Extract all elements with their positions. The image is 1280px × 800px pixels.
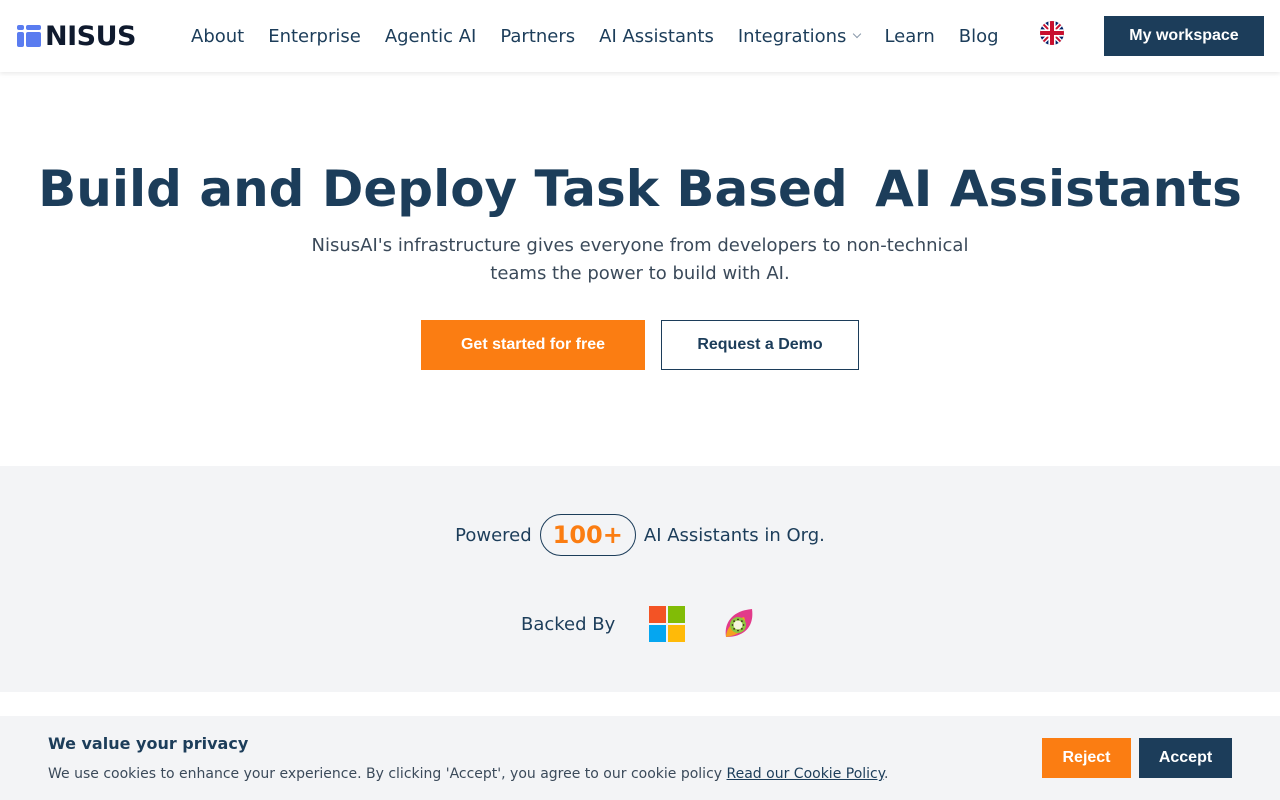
- cookie-title: We value your privacy: [48, 734, 249, 753]
- nav-integrations[interactable]: Integrations: [737, 25, 862, 47]
- microsoft-logo-icon: [649, 606, 685, 642]
- get-started-button[interactable]: Get started for free: [421, 320, 645, 370]
- kiwi-logo-icon: [722, 607, 756, 641]
- hero-title-main: Build and Deploy Task Based: [38, 160, 848, 218]
- cookie-policy-link[interactable]: Read our Cookie Policy: [727, 766, 885, 782]
- hero-subtitle: NisusAI's infrastructure gives everyone …: [311, 235, 969, 284]
- hero-title-highlight: AI Assistants: [873, 160, 1244, 223]
- nav-partners[interactable]: Partners: [500, 26, 575, 47]
- nav-integrations-label: Integrations: [737, 25, 847, 47]
- nav-enterprise[interactable]: Enterprise: [268, 26, 361, 47]
- site-logo[interactable]: NISUS: [17, 20, 136, 52]
- nisus-logo-icon: [17, 23, 43, 49]
- nav-agentic-ai[interactable]: Agentic AI: [385, 26, 477, 47]
- cookie-text: We use cookies to enhance your experienc…: [48, 766, 723, 782]
- hero-title: Build and Deploy Task Based AI Assistant…: [0, 160, 1280, 223]
- site-header: NISUS About Enterprise Agentic AI Partne…: [0, 0, 1280, 72]
- powered-suffix: AI Assistants in Org.: [643, 524, 825, 546]
- nav-ai-assistants[interactable]: AI Assistants: [599, 26, 714, 47]
- powered-stat: Powered 100+ AI Assistants in Org.: [0, 514, 1280, 556]
- accept-cookies-button[interactable]: Accept: [1139, 738, 1232, 778]
- cookie-period: .: [884, 766, 889, 782]
- main-nav: About Enterprise Agentic AI Partners AI …: [191, 0, 1023, 72]
- stats-band: [0, 466, 1280, 692]
- request-demo-button[interactable]: Request a Demo: [661, 320, 859, 370]
- nav-blog[interactable]: Blog: [959, 26, 999, 47]
- powered-prefix: Powered: [455, 524, 532, 546]
- uk-flag-icon[interactable]: [1040, 21, 1064, 45]
- cookie-banner: We value your privacy We use cookies to …: [0, 716, 1280, 800]
- backed-by-label: Backed By: [521, 613, 616, 635]
- assistant-count-badge: 100+: [539, 514, 636, 556]
- chevron-down-icon: [853, 29, 862, 39]
- nav-learn[interactable]: Learn: [884, 26, 934, 47]
- reject-cookies-button[interactable]: Reject: [1042, 738, 1131, 778]
- logo-text: NISUS: [45, 20, 136, 52]
- hero-title-highlight-text: AI Assistants: [875, 160, 1242, 218]
- cookie-text-line: We use cookies to enhance your experienc…: [48, 766, 888, 782]
- nav-about[interactable]: About: [191, 26, 244, 47]
- my-workspace-button[interactable]: My workspace: [1104, 16, 1264, 56]
